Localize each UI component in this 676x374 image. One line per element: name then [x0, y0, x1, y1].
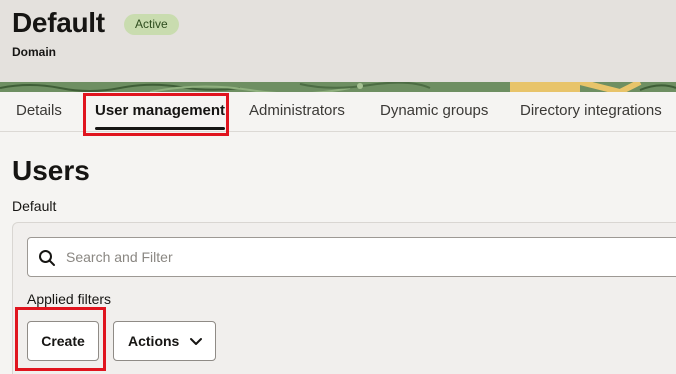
decorative-banner — [0, 82, 676, 92]
page-header: Default Active Domain — [0, 0, 676, 84]
actions-label: Actions — [128, 333, 180, 349]
applied-filters-label: Applied filters — [27, 291, 112, 307]
tab-user-management[interactable]: User management — [95, 92, 226, 132]
status-badge: Active — [124, 14, 179, 35]
active-tab-indicator — [95, 127, 226, 130]
tab-dynamic-groups[interactable]: Dynamic groups — [380, 92, 488, 132]
tab-directory-integrations[interactable]: Directory integrations — [520, 92, 662, 132]
tab-label: User management — [95, 102, 226, 119]
tab-administrators[interactable]: Administrators — [249, 92, 345, 132]
tab-bar: Details User management Administrators D… — [0, 92, 676, 132]
page-subtitle: Domain — [12, 45, 57, 59]
section-title: Users — [12, 155, 90, 186]
tab-details[interactable]: Details — [16, 92, 62, 132]
section-subtitle: Default — [12, 198, 57, 214]
create-button[interactable]: Create — [27, 321, 99, 361]
chevron-down-icon — [190, 338, 202, 345]
search-input[interactable] — [66, 238, 666, 276]
search-box[interactable] — [27, 237, 676, 277]
actions-button[interactable]: Actions — [113, 321, 216, 361]
search-icon — [39, 250, 55, 266]
page-title: Default — [12, 7, 105, 38]
